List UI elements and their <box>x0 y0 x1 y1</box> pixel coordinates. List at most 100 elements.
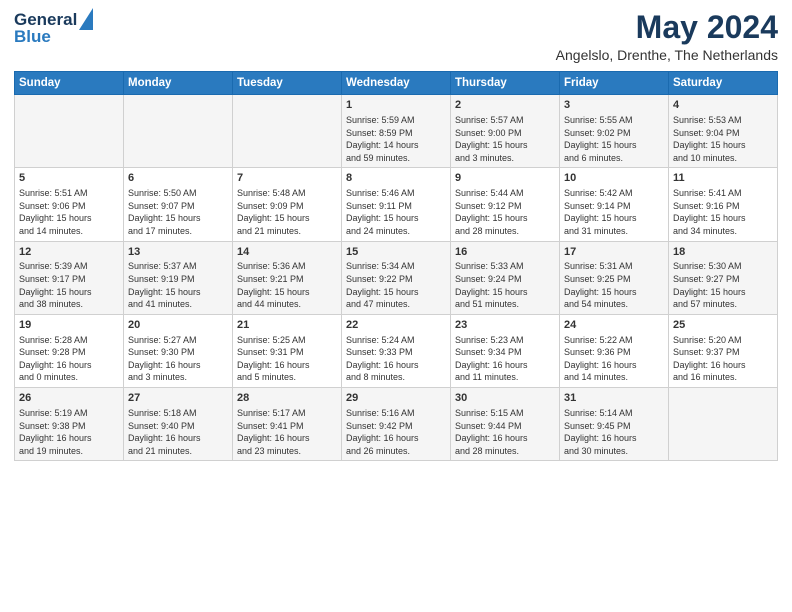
day-number: 17 <box>564 245 664 260</box>
day-info: Sunrise: 5:28 AM Sunset: 9:28 PM Dayligh… <box>19 334 119 384</box>
day-number: 1 <box>346 98 446 113</box>
calendar-cell: 14Sunrise: 5:36 AM Sunset: 9:21 PM Dayli… <box>233 241 342 314</box>
day-number: 5 <box>19 171 119 186</box>
calendar-cell: 4Sunrise: 5:53 AM Sunset: 9:04 PM Daylig… <box>669 95 778 168</box>
day-info: Sunrise: 5:19 AM Sunset: 9:38 PM Dayligh… <box>19 407 119 457</box>
logo: General Blue <box>14 10 93 47</box>
day-number: 18 <box>673 245 773 260</box>
day-number: 13 <box>128 245 228 260</box>
day-number: 20 <box>128 318 228 333</box>
day-info: Sunrise: 5:27 AM Sunset: 9:30 PM Dayligh… <box>128 334 228 384</box>
day-number: 22 <box>346 318 446 333</box>
calendar-cell: 6Sunrise: 5:50 AM Sunset: 9:07 PM Daylig… <box>124 168 233 241</box>
day-number: 11 <box>673 171 773 186</box>
day-number: 21 <box>237 318 337 333</box>
day-info: Sunrise: 5:59 AM Sunset: 8:59 PM Dayligh… <box>346 114 446 164</box>
calendar-cell: 31Sunrise: 5:14 AM Sunset: 9:45 PM Dayli… <box>560 388 669 461</box>
calendar-cell: 16Sunrise: 5:33 AM Sunset: 9:24 PM Dayli… <box>451 241 560 314</box>
header-day-saturday: Saturday <box>669 72 778 95</box>
calendar-cell: 3Sunrise: 5:55 AM Sunset: 9:02 PM Daylig… <box>560 95 669 168</box>
calendar-cell: 24Sunrise: 5:22 AM Sunset: 9:36 PM Dayli… <box>560 314 669 387</box>
calendar-cell: 19Sunrise: 5:28 AM Sunset: 9:28 PM Dayli… <box>15 314 124 387</box>
day-info: Sunrise: 5:17 AM Sunset: 9:41 PM Dayligh… <box>237 407 337 457</box>
calendar-cell: 20Sunrise: 5:27 AM Sunset: 9:30 PM Dayli… <box>124 314 233 387</box>
day-info: Sunrise: 5:25 AM Sunset: 9:31 PM Dayligh… <box>237 334 337 384</box>
header-row: SundayMondayTuesdayWednesdayThursdayFrid… <box>15 72 778 95</box>
day-info: Sunrise: 5:33 AM Sunset: 9:24 PM Dayligh… <box>455 260 555 310</box>
calendar-cell: 10Sunrise: 5:42 AM Sunset: 9:14 PM Dayli… <box>560 168 669 241</box>
day-info: Sunrise: 5:53 AM Sunset: 9:04 PM Dayligh… <box>673 114 773 164</box>
day-number: 28 <box>237 391 337 406</box>
calendar-cell: 21Sunrise: 5:25 AM Sunset: 9:31 PM Dayli… <box>233 314 342 387</box>
calendar-cell <box>669 388 778 461</box>
day-info: Sunrise: 5:44 AM Sunset: 9:12 PM Dayligh… <box>455 187 555 237</box>
header-day-friday: Friday <box>560 72 669 95</box>
day-info: Sunrise: 5:14 AM Sunset: 9:45 PM Dayligh… <box>564 407 664 457</box>
day-number: 8 <box>346 171 446 186</box>
calendar-cell: 28Sunrise: 5:17 AM Sunset: 9:41 PM Dayli… <box>233 388 342 461</box>
calendar-cell: 22Sunrise: 5:24 AM Sunset: 9:33 PM Dayli… <box>342 314 451 387</box>
day-number: 16 <box>455 245 555 260</box>
header-day-monday: Monday <box>124 72 233 95</box>
day-info: Sunrise: 5:15 AM Sunset: 9:44 PM Dayligh… <box>455 407 555 457</box>
day-info: Sunrise: 5:50 AM Sunset: 9:07 PM Dayligh… <box>128 187 228 237</box>
day-info: Sunrise: 5:55 AM Sunset: 9:02 PM Dayligh… <box>564 114 664 164</box>
day-number: 14 <box>237 245 337 260</box>
calendar-cell: 17Sunrise: 5:31 AM Sunset: 9:25 PM Dayli… <box>560 241 669 314</box>
day-number: 6 <box>128 171 228 186</box>
day-info: Sunrise: 5:48 AM Sunset: 9:09 PM Dayligh… <box>237 187 337 237</box>
subtitle: Angelslo, Drenthe, The Netherlands <box>556 47 778 63</box>
calendar-cell: 9Sunrise: 5:44 AM Sunset: 9:12 PM Daylig… <box>451 168 560 241</box>
week-row-4: 19Sunrise: 5:28 AM Sunset: 9:28 PM Dayli… <box>15 314 778 387</box>
calendar-cell: 1Sunrise: 5:59 AM Sunset: 8:59 PM Daylig… <box>342 95 451 168</box>
calendar-cell: 12Sunrise: 5:39 AM Sunset: 9:17 PM Dayli… <box>15 241 124 314</box>
day-info: Sunrise: 5:24 AM Sunset: 9:33 PM Dayligh… <box>346 334 446 384</box>
day-info: Sunrise: 5:23 AM Sunset: 9:34 PM Dayligh… <box>455 334 555 384</box>
day-info: Sunrise: 5:41 AM Sunset: 9:16 PM Dayligh… <box>673 187 773 237</box>
calendar-cell: 2Sunrise: 5:57 AM Sunset: 9:00 PM Daylig… <box>451 95 560 168</box>
day-number: 31 <box>564 391 664 406</box>
week-row-3: 12Sunrise: 5:39 AM Sunset: 9:17 PM Dayli… <box>15 241 778 314</box>
calendar-cell: 5Sunrise: 5:51 AM Sunset: 9:06 PM Daylig… <box>15 168 124 241</box>
logo-icon <box>79 8 93 30</box>
day-info: Sunrise: 5:18 AM Sunset: 9:40 PM Dayligh… <box>128 407 228 457</box>
header-day-wednesday: Wednesday <box>342 72 451 95</box>
header: General Blue May 2024 Angelslo, Drenthe,… <box>14 10 778 63</box>
calendar-cell <box>124 95 233 168</box>
calendar-cell: 7Sunrise: 5:48 AM Sunset: 9:09 PM Daylig… <box>233 168 342 241</box>
day-number: 9 <box>455 171 555 186</box>
header-day-thursday: Thursday <box>451 72 560 95</box>
day-number: 15 <box>346 245 446 260</box>
day-number: 3 <box>564 98 664 113</box>
day-info: Sunrise: 5:57 AM Sunset: 9:00 PM Dayligh… <box>455 114 555 164</box>
calendar-cell: 23Sunrise: 5:23 AM Sunset: 9:34 PM Dayli… <box>451 314 560 387</box>
day-number: 29 <box>346 391 446 406</box>
main-title: May 2024 <box>556 10 778 45</box>
day-info: Sunrise: 5:36 AM Sunset: 9:21 PM Dayligh… <box>237 260 337 310</box>
calendar-cell: 25Sunrise: 5:20 AM Sunset: 9:37 PM Dayli… <box>669 314 778 387</box>
day-number: 24 <box>564 318 664 333</box>
day-info: Sunrise: 5:39 AM Sunset: 9:17 PM Dayligh… <box>19 260 119 310</box>
day-info: Sunrise: 5:20 AM Sunset: 9:37 PM Dayligh… <box>673 334 773 384</box>
day-number: 2 <box>455 98 555 113</box>
day-info: Sunrise: 5:37 AM Sunset: 9:19 PM Dayligh… <box>128 260 228 310</box>
day-number: 7 <box>237 171 337 186</box>
calendar-table: SundayMondayTuesdayWednesdayThursdayFrid… <box>14 71 778 461</box>
page: General Blue May 2024 Angelslo, Drenthe,… <box>0 0 792 612</box>
calendar-header: SundayMondayTuesdayWednesdayThursdayFrid… <box>15 72 778 95</box>
day-info: Sunrise: 5:16 AM Sunset: 9:42 PM Dayligh… <box>346 407 446 457</box>
day-info: Sunrise: 5:34 AM Sunset: 9:22 PM Dayligh… <box>346 260 446 310</box>
calendar-cell: 13Sunrise: 5:37 AM Sunset: 9:19 PM Dayli… <box>124 241 233 314</box>
day-number: 27 <box>128 391 228 406</box>
day-number: 30 <box>455 391 555 406</box>
day-info: Sunrise: 5:46 AM Sunset: 9:11 PM Dayligh… <box>346 187 446 237</box>
day-number: 25 <box>673 318 773 333</box>
calendar-body: 1Sunrise: 5:59 AM Sunset: 8:59 PM Daylig… <box>15 95 778 461</box>
day-info: Sunrise: 5:30 AM Sunset: 9:27 PM Dayligh… <box>673 260 773 310</box>
day-number: 23 <box>455 318 555 333</box>
day-number: 26 <box>19 391 119 406</box>
calendar-cell: 30Sunrise: 5:15 AM Sunset: 9:44 PM Dayli… <box>451 388 560 461</box>
week-row-1: 1Sunrise: 5:59 AM Sunset: 8:59 PM Daylig… <box>15 95 778 168</box>
day-info: Sunrise: 5:51 AM Sunset: 9:06 PM Dayligh… <box>19 187 119 237</box>
day-number: 12 <box>19 245 119 260</box>
